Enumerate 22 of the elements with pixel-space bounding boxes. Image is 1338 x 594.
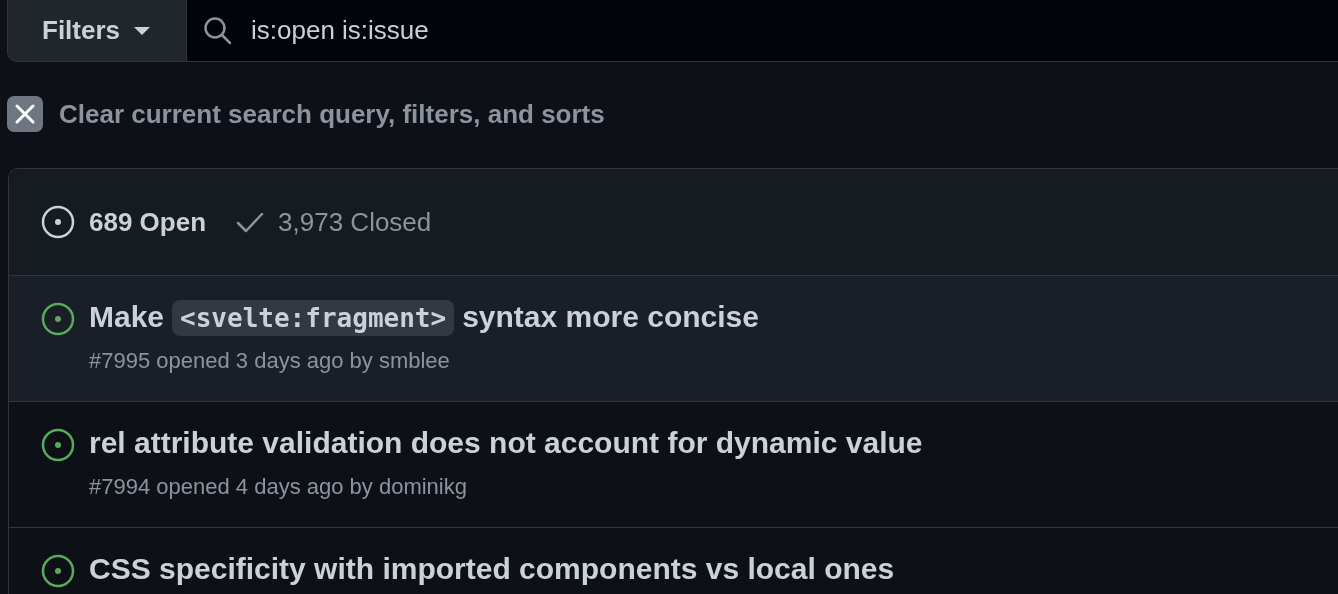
issue-meta: #7995 opened 3 days ago by smblee bbox=[89, 348, 451, 374]
open-issue-icon bbox=[41, 205, 75, 239]
search-input[interactable]: is:open is:issue bbox=[251, 15, 1338, 46]
state-tab[interactable]: 689 Open bbox=[41, 205, 207, 239]
open-issue-icon bbox=[41, 428, 75, 462]
caret-icon bbox=[134, 26, 151, 35]
issue-row[interactable]: Make <svelte:fragment> syntax more concise #7995 opened 3 days ago by smblee bbox=[9, 276, 1338, 402]
search-field[interactable]: is:open is:issue bbox=[187, 0, 1338, 62]
search-icon bbox=[203, 15, 233, 46]
issue-row[interactable]: CSS specificity with imported components vs local ones bbox=[9, 528, 1338, 594]
close-icon[interactable] bbox=[7, 96, 43, 132]
open-issue-icon bbox=[41, 554, 75, 588]
check-icon bbox=[236, 211, 265, 233]
clear-query-link[interactable]: Clear current search query, filters, and sorts bbox=[59, 98, 605, 130]
filters-button[interactable]: Filters bbox=[7, 0, 187, 62]
issue-meta: #7994 opened 4 days ago by dominikg bbox=[89, 474, 468, 500]
open-issue-icon bbox=[41, 302, 75, 336]
issue-title-link[interactable]: rel attribute validation does not account for dynamic value bbox=[89, 426, 923, 460]
issue-title-link[interactable]: CSS specificity with imported components vs local ones bbox=[89, 552, 895, 586]
issue-row[interactable]: rel attribute validation does not account for dynamic value #7994 opened 4 days ago by dominikg bbox=[9, 402, 1338, 528]
state-tab[interactable]: 3,973 Closed bbox=[236, 206, 432, 238]
issue-title-link[interactable]: Make <svelte:fragment> syntax more concise bbox=[89, 300, 759, 334]
